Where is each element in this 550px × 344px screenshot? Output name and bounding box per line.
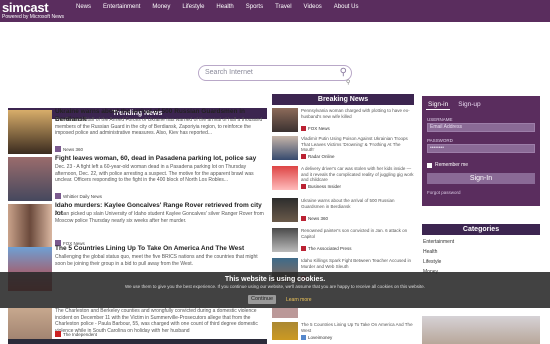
trending-source: The Independent xyxy=(55,331,97,337)
trending-thumbnail[interactable] xyxy=(8,204,52,248)
trending-thumbnail[interactable] xyxy=(8,157,52,201)
nav-health[interactable]: Health xyxy=(210,0,239,14)
remember-checkbox[interactable] xyxy=(427,162,432,168)
nav-videos[interactable]: Videos xyxy=(298,0,328,14)
trending-description: A man picked up slain University of Idah… xyxy=(55,211,264,224)
nav-news[interactable]: News xyxy=(70,0,97,14)
breaking-item[interactable]: Renowned painter's son convicted in Jan.… xyxy=(272,228,414,256)
breaking-source: FOX News xyxy=(301,126,330,131)
sign-in-button[interactable]: Sign-In xyxy=(427,173,535,184)
trending-news-section: Trending News Ukraine warns about the ar… xyxy=(8,108,267,291)
cookie-banner: This website is using cookies. We use th… xyxy=(0,272,550,308)
source-logo-icon xyxy=(301,154,306,159)
source-logo-icon xyxy=(301,126,306,131)
brand-tagline: Powered by Microsoft News xyxy=(2,14,64,20)
breaking-source: News 360 xyxy=(301,216,328,221)
password-label: PASSWORD xyxy=(427,138,453,143)
username-field[interactable]: Email Address xyxy=(427,123,535,132)
trending-thumbnail[interactable] xyxy=(8,110,52,154)
tab-sign-up[interactable]: Sign-up xyxy=(456,100,482,110)
breaking-headline[interactable]: The 5 Countries Lining Up To Take On Ame… xyxy=(301,322,414,333)
top-bar: simcast Powered by Microsoft News News E… xyxy=(0,0,550,22)
trending-item[interactable]: Fight leaves woman, 60, dead in Pasadena… xyxy=(8,155,267,205)
nav-about-us[interactable]: About Us xyxy=(328,0,365,14)
nav-lifestyle[interactable]: Lifestyle xyxy=(176,0,210,14)
breaking-headline[interactable]: Vladimir Putin Using Poison Against Ukra… xyxy=(301,136,414,153)
trending-source: News 360 xyxy=(55,146,83,152)
trending-source: Whittier Daily News xyxy=(55,193,102,199)
brand-name: simcast xyxy=(2,0,49,15)
source-logo-icon xyxy=(301,184,306,189)
site-logo[interactable]: simcast Powered by Microsoft News xyxy=(2,1,68,21)
breaking-headline[interactable]: Pennsylvania woman charged with plotting… xyxy=(301,108,414,125)
password-field[interactable]: •••••••• xyxy=(427,144,535,153)
login-tabs: Sign-in Sign-up xyxy=(426,100,483,110)
category-health[interactable]: Health xyxy=(423,247,540,257)
nav-travel[interactable]: Travel xyxy=(269,0,297,14)
trending-item[interactable]: The Charleston and Berkeley counties and… xyxy=(8,308,267,344)
breaking-item[interactable]: A delivery driver's car was stolen with … xyxy=(272,166,414,194)
breaking-item[interactable]: Vladimir Putin Using Poison Against Ukra… xyxy=(272,136,414,164)
search-small-icon: ⚲ xyxy=(346,80,351,86)
breaking-source: Loveimoney xyxy=(301,335,332,340)
forgot-password-link[interactable]: Forgot password xyxy=(427,190,461,195)
cookie-message: We use them to give you the best experie… xyxy=(125,284,425,289)
breaking-headline[interactable]: Renowned painter's son convicted in Jan.… xyxy=(301,228,414,245)
breaking-thumbnail[interactable] xyxy=(272,198,298,222)
source-logo-icon xyxy=(301,335,306,340)
trending-description: The General Staff of the Armed Forces of… xyxy=(55,117,263,136)
breaking-item[interactable]: Pennsylvania woman charged with plotting… xyxy=(272,108,414,136)
trending-headline[interactable]: The 5 Countries Lining Up To Take On Ame… xyxy=(55,245,267,253)
login-panel: Sign-in Sign-up USERNAME Email Address P… xyxy=(422,96,540,206)
categories-header: Categories xyxy=(422,224,540,235)
cookie-title: This website is using cookies. xyxy=(224,276,326,283)
trending-headline[interactable]: Fight leaves woman, 60, dead in Pasadena… xyxy=(55,155,267,163)
breaking-thumbnail[interactable] xyxy=(272,322,298,340)
source-logo-icon xyxy=(301,246,306,251)
source-logo-icon xyxy=(55,331,61,337)
nav-entertainment[interactable]: Entertainment xyxy=(97,0,146,14)
categories-list: Entertainment Health Lifestyle Money xyxy=(422,235,540,277)
source-logo-icon xyxy=(301,216,306,221)
breaking-source: Radar Online xyxy=(301,154,335,159)
username-label: USERNAME xyxy=(427,117,453,122)
search-icon[interactable]: ⚲ xyxy=(340,67,347,78)
breaking-thumbnail[interactable] xyxy=(272,308,298,318)
trending-item[interactable]: Ukraine warns about the arrival of 500 R… xyxy=(8,108,267,158)
breaking-headline[interactable]: A delivery driver's car was stolen with … xyxy=(301,166,414,183)
categories-section: Categories Entertainment Health Lifestyl… xyxy=(422,224,540,277)
ad-strip xyxy=(8,339,267,344)
nav-sports[interactable]: Sports xyxy=(240,0,269,14)
continue-button[interactable]: Continue xyxy=(248,295,276,304)
category-lifestyle[interactable]: Lifestyle xyxy=(423,257,540,267)
learn-more-link[interactable]: Learn more xyxy=(286,297,312,303)
breaking-thumbnail[interactable] xyxy=(272,108,298,132)
remember-me[interactable]: Remember me xyxy=(427,162,468,168)
tab-sign-in[interactable]: Sign-in xyxy=(426,100,451,110)
breaking-thumbnail[interactable] xyxy=(272,166,298,190)
nav-money[interactable]: Money xyxy=(146,0,176,14)
breaking-item[interactable]: Ukraine warns about the arrival of 500 R… xyxy=(272,198,414,226)
breaking-source: The Associated Press xyxy=(301,246,352,251)
source-logo-icon xyxy=(55,193,61,199)
search-input[interactable]: Search Internet xyxy=(205,69,253,76)
breaking-thumbnail[interactable] xyxy=(272,136,298,160)
breaking-thumbnail[interactable] xyxy=(272,228,298,252)
breaking-header: Breaking News xyxy=(272,94,414,105)
breaking-more: The 5 Countries Lining Up To Take On Ame… xyxy=(272,308,414,344)
category-entertainment[interactable]: Entertainment xyxy=(423,237,540,247)
search-box[interactable]: Search Internet ⚲ xyxy=(198,65,352,81)
breaking-source: Business Insider xyxy=(301,184,341,189)
sidebar-ad-image[interactable] xyxy=(422,316,540,344)
breaking-news-section: Breaking News Pennsylvania woman charged… xyxy=(272,94,414,282)
source-logo-icon xyxy=(55,146,61,152)
main-nav: News Entertainment Money Lifestyle Healt… xyxy=(70,0,364,14)
breaking-headline[interactable]: Ukraine warns about the arrival of 500 R… xyxy=(301,198,414,215)
trending-description: Dec. 23 - A fight left a 60-year-old wom… xyxy=(55,164,254,183)
